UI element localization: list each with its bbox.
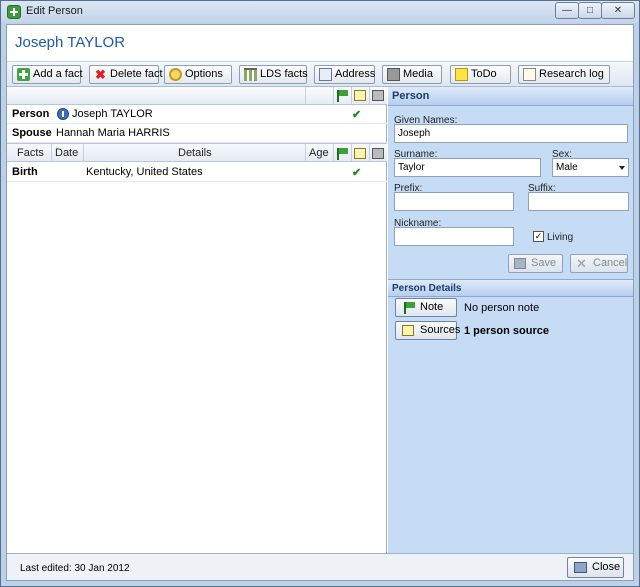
temple-icon [244, 68, 257, 81]
client-area: Joseph TAYLOR Add a fact ✖ Delete fact O… [6, 24, 634, 581]
todo-icon [455, 68, 468, 81]
add-fact-label: Add a fact [33, 68, 83, 80]
research-log-button[interactable]: Research log [518, 65, 610, 84]
spouse-row-label: Spouse [12, 127, 52, 139]
close-button-label: Close [592, 561, 621, 573]
add-fact-button[interactable]: Add a fact [12, 65, 83, 84]
todo-label: ToDo [471, 68, 497, 80]
toolbar: Add a fact ✖ Delete fact Options LDS fac… [7, 61, 633, 87]
fact-row[interactable]: Birth Kentucky, United States ✔ [7, 163, 387, 182]
fact-source-check: ✔ [352, 167, 362, 179]
fact-details: Kentucky, United States [86, 166, 203, 178]
living-label: Living [547, 232, 574, 243]
lds-facts-button[interactable]: LDS facts [239, 65, 308, 84]
todo-button[interactable]: ToDo [450, 65, 511, 84]
facts-column-header: Facts Date Details Age [7, 143, 387, 162]
close-button[interactable]: Close [567, 557, 624, 578]
media-column-icon [372, 148, 384, 159]
window-close-button[interactable]: ✕ [601, 2, 635, 19]
research-log-label: Research log [539, 68, 604, 80]
surname-field[interactable]: Taylor [394, 158, 541, 177]
status-footer: Last edited: 30 Jan 2012 Close [7, 553, 633, 580]
given-names-field[interactable]: Joseph [394, 124, 628, 143]
note-button-label: Note [420, 301, 444, 313]
save-label: Save [531, 257, 557, 269]
page-title: Joseph TAYLOR [15, 34, 126, 51]
window-title: Edit Person [26, 5, 83, 17]
sex-select[interactable]: Male [552, 158, 629, 177]
lds-facts-label: LDS facts [260, 68, 308, 80]
source-icon [354, 148, 366, 159]
address-button[interactable]: Address [314, 65, 375, 84]
age-column-label: Age [309, 147, 329, 159]
minimize-button[interactable]: — [555, 2, 579, 19]
cancel-label: Cancel [593, 257, 628, 269]
add-icon [17, 68, 30, 81]
delete-fact-button[interactable]: ✖ Delete fact [89, 65, 163, 84]
save-icon [514, 258, 526, 269]
close-icon [574, 562, 587, 573]
sex-value: Male [556, 162, 578, 173]
media-column-icon [372, 90, 384, 101]
media-label: Media [403, 68, 433, 80]
options-icon [169, 68, 182, 81]
person-panel: Person Given Names: Joseph Surname: Tayl… [388, 87, 633, 553]
app-icon [7, 5, 21, 19]
note-flag-icon [336, 148, 349, 160]
source-icon [402, 325, 414, 336]
facts-column-label: Facts [17, 147, 44, 159]
sources-button-label: Sources [420, 324, 461, 336]
facts-grid: Person Joseph TAYLOR ✔ Spouse Hannah Mar… [7, 87, 387, 553]
address-label: Address [335, 68, 376, 80]
cancel-button[interactable]: ✕ Cancel [570, 254, 628, 273]
note-flag-icon [403, 302, 416, 314]
source-icon [354, 90, 366, 101]
male-person-icon [57, 108, 69, 120]
spouse-row[interactable]: Spouse Hannah Maria HARRIS [7, 124, 387, 143]
note-button[interactable]: Note [395, 298, 457, 317]
media-button[interactable]: Media [382, 65, 442, 84]
person-row-label: Person [12, 108, 50, 120]
spouse-name-value: Hannah Maria HARRIS [56, 127, 170, 139]
last-edited-text: Last edited: 30 Jan 2012 [20, 563, 130, 574]
sources-button[interactable]: Sources [395, 321, 461, 340]
edit-person-window: Edit Person — □ ✕ Joseph TAYLOR Add a fa… [0, 0, 640, 587]
person-row[interactable]: Person Joseph TAYLOR ✔ [7, 105, 387, 124]
suffix-field[interactable] [528, 192, 629, 211]
research-log-icon [523, 68, 536, 81]
options-button[interactable]: Options [164, 65, 232, 84]
person-panel-title: Person [388, 87, 633, 106]
prefix-field[interactable] [394, 192, 514, 211]
person-name-value: Joseph TAYLOR [72, 108, 153, 120]
header-band: Joseph TAYLOR [7, 25, 633, 61]
delete-icon: ✖ [95, 67, 106, 82]
cancel-icon: ✕ [576, 256, 587, 271]
maximize-button[interactable]: □ [578, 2, 602, 19]
note-flag-icon [336, 90, 349, 102]
date-column-label: Date [55, 147, 79, 159]
options-label: Options [185, 68, 223, 80]
note-status: No person note [464, 302, 540, 314]
fact-type: Birth [12, 166, 38, 178]
person-source-check: ✔ [352, 109, 362, 121]
living-checkbox[interactable]: ✓ [533, 231, 544, 242]
nickname-field[interactable] [394, 227, 514, 246]
grid-top-header [7, 87, 387, 105]
details-column-label: Details [178, 147, 212, 159]
media-icon [387, 68, 400, 81]
save-button[interactable]: Save [508, 254, 563, 273]
title-bar: Edit Person — □ ✕ [1, 1, 639, 23]
chevron-down-icon [619, 166, 625, 170]
person-details-title: Person Details [388, 279, 633, 297]
address-icon [319, 68, 332, 81]
sources-status: 1 person source [464, 325, 549, 337]
delete-fact-label: Delete fact [110, 68, 163, 80]
